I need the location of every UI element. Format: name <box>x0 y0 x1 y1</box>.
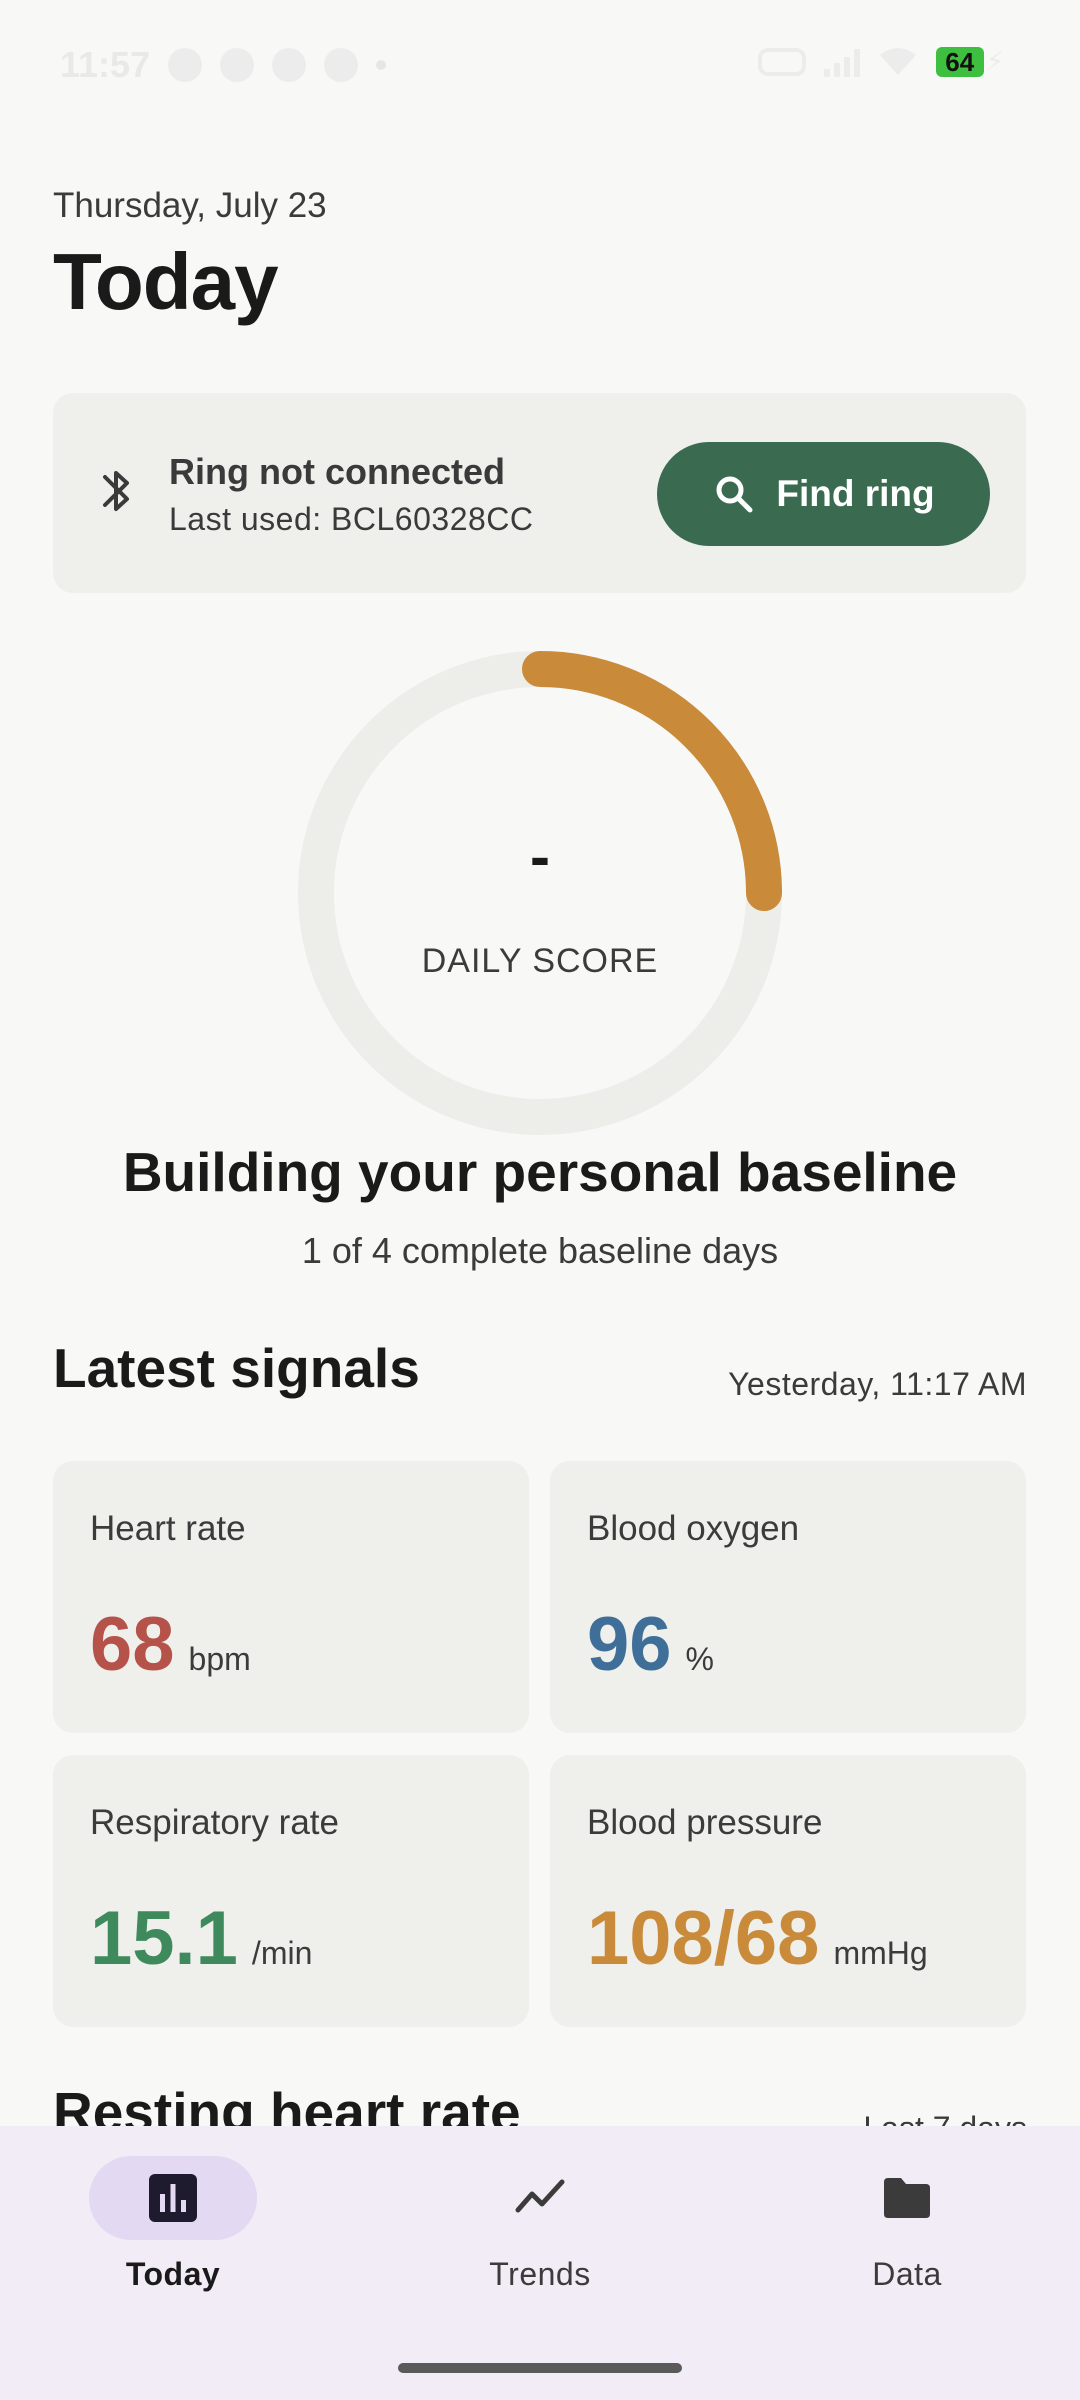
trend-line-icon <box>515 2179 565 2213</box>
metric-label: Blood pressure <box>587 1803 823 1842</box>
date-subtitle: Thursday, July 23 <box>53 186 327 225</box>
metric-value-row: 108/68 mmHg <box>587 1895 928 1982</box>
search-icon <box>716 476 753 513</box>
metric-value: 15.1 <box>90 1896 238 1981</box>
find-ring-button[interactable]: Find ring <box>657 442 990 546</box>
respiratory-rate-card[interactable]: Respiratory rate 15.1 /min <box>53 1755 529 2027</box>
daily-score-value: - <box>530 823 550 890</box>
wifi-icon <box>879 47 916 75</box>
status-bar: 11:57 64 ⚡ <box>0 0 1080 134</box>
nav-label: Data <box>872 2256 942 2292</box>
notification-icon <box>272 48 307 82</box>
metric-value-row: 68 bpm <box>90 1601 251 1688</box>
metric-label: Blood oxygen <box>587 1509 800 1548</box>
nav-pill <box>456 2156 624 2240</box>
notification-icon <box>220 48 255 82</box>
ring-status-card: Ring not connected Last used: BCL60328CC… <box>53 393 1026 593</box>
find-ring-label: Find ring <box>776 473 935 514</box>
metric-value-row: 15.1 /min <box>90 1895 312 1982</box>
metric-unit: /min <box>251 1935 313 1971</box>
daily-score-label: DAILY SCORE <box>421 942 659 980</box>
page-title: Today <box>53 237 279 326</box>
battery-level: 64 <box>935 46 984 77</box>
metric-value: 96 <box>587 1602 672 1687</box>
nav-label: Trends <box>489 2256 591 2292</box>
ring-last-used: Last used: BCL60328CC <box>169 501 534 537</box>
metric-value: 68 <box>90 1602 175 1687</box>
bottom-navigation: Today Trends Data <box>0 2126 1080 2400</box>
metric-label: Heart rate <box>90 1509 246 1548</box>
blood-oxygen-card[interactable]: Blood oxygen 96 % <box>550 1461 1026 1733</box>
daily-score-gauge <box>298 651 782 1135</box>
nav-label: Today <box>125 2256 221 2292</box>
more-notifications-dot-icon <box>376 60 387 70</box>
folder-icon <box>884 2178 930 2218</box>
bluetooth-icon <box>103 471 129 511</box>
baseline-title: Building your personal baseline <box>122 1141 958 1203</box>
metric-unit: mmHg <box>833 1935 928 1971</box>
metric-unit: bpm <box>188 1641 251 1677</box>
nav-item-data[interactable]: Data <box>787 2156 1027 2293</box>
metric-label: Respiratory rate <box>90 1803 339 1842</box>
latest-signals-title: Latest signals <box>53 1337 420 1399</box>
ring-status-title: Ring not connected <box>169 451 505 492</box>
status-left: 11:57 <box>60 44 387 86</box>
metric-unit: % <box>685 1641 714 1677</box>
vpn-key-icon <box>757 47 806 76</box>
home-indicator[interactable] <box>398 2363 682 2373</box>
charging-bolt-icon: ⚡ <box>985 46 1004 76</box>
metric-value: 108/68 <box>587 1896 820 1981</box>
metric-value-row: 96 % <box>587 1601 714 1688</box>
notification-icon <box>168 48 203 82</box>
status-time: 11:57 <box>60 44 151 85</box>
nav-pill <box>823 2156 991 2240</box>
nav-item-trends[interactable]: Trends <box>420 2156 660 2293</box>
baseline-subtitle: 1 of 4 complete baseline days <box>301 1230 779 1271</box>
latest-signals-timestamp: Yesterday, 11:17 AM <box>728 1366 1027 1402</box>
notification-icon <box>324 48 359 82</box>
bar-chart-icon <box>149 2174 197 2222</box>
status-right: 64 ⚡ <box>757 46 1004 77</box>
heart-rate-card[interactable]: Heart rate 68 bpm <box>53 1461 529 1733</box>
cell-signal-icon <box>823 47 860 77</box>
nav-pill <box>89 2156 257 2240</box>
battery-icon: 64 ⚡ <box>935 46 1004 77</box>
nav-item-today[interactable]: Today <box>53 2156 293 2293</box>
blood-pressure-card[interactable]: Blood pressure 108/68 mmHg <box>550 1755 1026 2027</box>
